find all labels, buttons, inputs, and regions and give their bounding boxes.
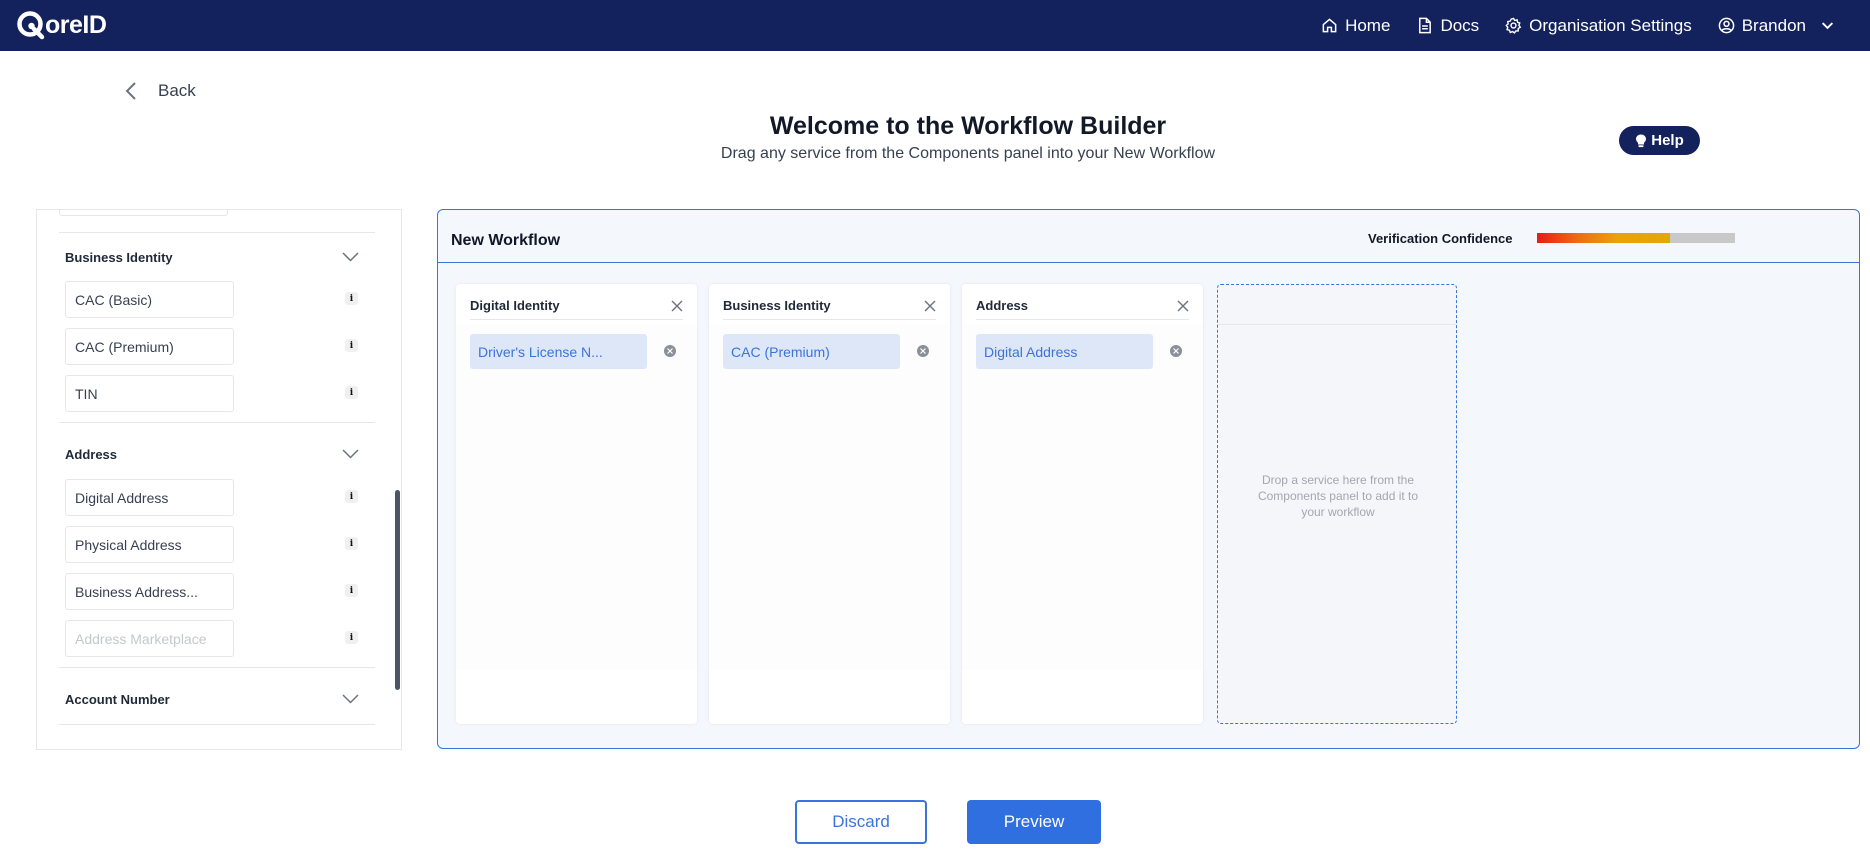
home-icon — [1322, 18, 1337, 33]
remove-service-icon[interactable] — [664, 345, 676, 357]
info-icon[interactable]: i — [345, 490, 358, 503]
nav-menu: Home Docs Organisation Settings Brandon — [1321, 0, 1836, 51]
logo-text: oreID — [45, 10, 107, 39]
step-drop-area[interactable]: Driver's License N... — [456, 324, 697, 670]
page-subtitle: Drag any service from the Components pan… — [720, 145, 1216, 162]
step-header: Address — [976, 296, 1189, 320]
step-service-chip[interactable]: Digital Address — [976, 334, 1153, 369]
logo-q-icon — [17, 11, 45, 40]
group-header-business-identity[interactable]: Business Identity — [59, 233, 375, 281]
group-divider — [59, 724, 375, 725]
help-button[interactable]: Help — [1619, 126, 1700, 155]
step-drop-area[interactable]: Digital Address — [962, 324, 1203, 670]
verification-confidence-fill — [1537, 233, 1670, 243]
workflow-step-digital-identity: Digital Identity Driver's License N... — [456, 284, 697, 724]
page-title: Welcome to the Workflow Builder — [769, 112, 1167, 140]
lightbulb-icon — [1636, 134, 1647, 147]
components-panel: Business Identity CAC (Basic) i CAC (Pre… — [36, 209, 402, 750]
close-icon[interactable] — [1177, 300, 1189, 312]
info-icon[interactable]: i — [345, 386, 358, 399]
list-item: TIN i — [59, 375, 375, 422]
step-service-chip[interactable]: CAC (Premium) — [723, 334, 900, 369]
document-icon — [1419, 17, 1432, 34]
service-chip-cac-premium[interactable]: CAC (Premium) — [65, 328, 234, 365]
gear-icon — [1505, 17, 1522, 34]
workflow-header: New Workflow Verification Confidence — [438, 210, 1859, 263]
service-chip-digital-address[interactable]: Digital Address — [65, 479, 234, 516]
step-header: Digital Identity — [470, 296, 683, 320]
service-chip-business-address[interactable]: Business Address... — [65, 573, 234, 610]
info-icon[interactable]: i — [345, 631, 358, 644]
chevron-down-icon — [342, 252, 359, 262]
step-title: Business Identity — [723, 298, 831, 313]
info-icon[interactable]: i — [345, 537, 358, 550]
step-title: Digital Identity — [470, 298, 560, 313]
workflow-canvas: New Workflow Verification Confidence Dig… — [437, 209, 1860, 749]
group-header-address[interactable]: Address — [59, 423, 375, 479]
nav-home[interactable]: Home — [1321, 16, 1390, 36]
group-header-account-number[interactable]: Account Number — [59, 668, 375, 724]
verification-confidence-label: Verification Confidence — [1368, 231, 1513, 246]
help-label: Help — [1651, 132, 1684, 149]
top-navbar: oreID Home Docs Organisation Settings Br… — [0, 0, 1870, 51]
list-item: Physical Address i — [59, 526, 375, 573]
list-item: CAC (Basic) i — [59, 281, 375, 328]
group-title: Account Number — [65, 691, 170, 707]
remove-service-icon[interactable] — [917, 345, 929, 357]
list-item: CAC (Premium) i — [59, 328, 375, 375]
drop-zone-hint: Drop a service here from the Components … — [1257, 473, 1419, 519]
components-list: Business Identity CAC (Basic) i CAC (Pre… — [59, 210, 375, 725]
list-item: Business Address... i — [59, 573, 375, 620]
group-title: Address — [65, 446, 118, 462]
service-chip-address-marketplace: Address Marketplace — [65, 620, 234, 657]
nav-org-settings[interactable]: Organisation Settings — [1505, 16, 1692, 36]
info-icon[interactable]: i — [345, 584, 358, 597]
remove-service-icon[interactable] — [1170, 345, 1182, 357]
discard-button[interactable]: Discard — [795, 800, 927, 844]
info-icon[interactable]: i — [345, 339, 358, 352]
step-drop-area[interactable]: CAC (Premium) — [709, 324, 950, 670]
nav-user-menu[interactable]: Brandon — [1718, 16, 1836, 36]
empty-step-drop-zone[interactable]: Drop a service here from the Components … — [1217, 284, 1457, 724]
list-item: Digital Address i — [59, 479, 375, 526]
service-chip-tin[interactable]: TIN — [65, 375, 234, 412]
step-service-chip[interactable]: Driver's License N... — [470, 334, 647, 369]
nav-user-name: Brandon — [1741, 15, 1806, 35]
nav-docs-label: Docs — [1440, 15, 1480, 35]
verification-confidence-bar — [1537, 233, 1735, 243]
step-title: Address — [976, 298, 1029, 313]
workflow-step-business-identity: Business Identity CAC (Premium) — [709, 284, 950, 724]
service-chip-cac-basic[interactable]: CAC (Basic) — [65, 281, 234, 318]
drop-zone-header — [1218, 285, 1456, 325]
components-scrollbar[interactable] — [395, 490, 400, 690]
chevron-down-icon — [342, 694, 359, 704]
back-link[interactable]: Back — [122, 80, 196, 102]
nav-docs[interactable]: Docs — [1416, 16, 1479, 36]
preview-button[interactable]: Preview — [967, 800, 1101, 844]
step-header: Business Identity — [723, 296, 936, 320]
list-item: Address Marketplace i — [59, 620, 375, 667]
service-chip-physical-address[interactable]: Physical Address — [65, 526, 234, 563]
user-avatar-icon — [1718, 17, 1735, 34]
back-label: Back — [158, 81, 196, 100]
chevron-down-icon — [342, 449, 359, 459]
chevron-down-icon — [1821, 22, 1834, 30]
workflow-step-address: Address Digital Address — [962, 284, 1203, 724]
workflow-title: New Workflow — [451, 232, 561, 249]
qoreid-logo[interactable]: oreID — [16, 8, 107, 42]
group-title: Business Identity — [65, 249, 173, 265]
close-icon[interactable] — [671, 300, 683, 312]
info-icon[interactable]: i — [345, 292, 358, 305]
nav-org-settings-label: Organisation Settings — [1529, 15, 1692, 35]
chevron-left-icon — [125, 82, 136, 100]
nav-home-label: Home — [1345, 15, 1391, 35]
close-icon[interactable] — [924, 300, 936, 312]
